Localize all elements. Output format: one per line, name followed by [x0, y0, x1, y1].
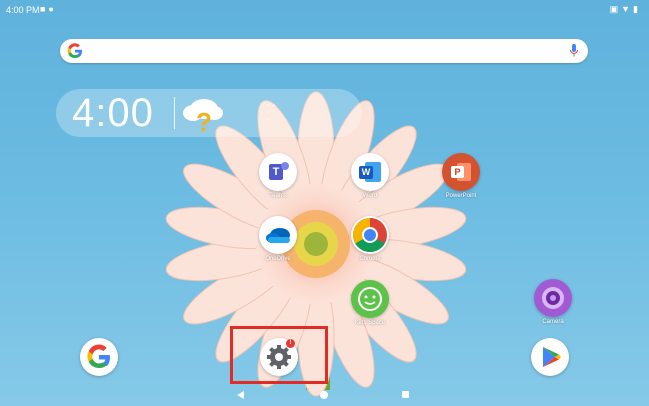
weather-line-2: -: [266, 114, 270, 125]
google-g-icon: [67, 43, 82, 59]
weather-line-1: - -: [266, 100, 276, 111]
weather-info: - - -: [266, 99, 275, 127]
kids-space-icon: [351, 280, 389, 318]
svg-text:?: ?: [196, 107, 212, 135]
app-onedrive[interactable]: OneDrive: [248, 216, 308, 262]
google-app-icon: [80, 338, 118, 376]
app-label: Camera: [542, 319, 564, 325]
app-label: Word: [362, 193, 378, 199]
navigation-bar: [0, 386, 649, 406]
dock-play-store[interactable]: [520, 338, 580, 376]
app-teams[interactable]: T Teams: [248, 153, 308, 199]
word-icon: W: [351, 153, 389, 191]
app-label: Chrome: [359, 256, 381, 262]
notification-icons: ■●: [40, 4, 57, 14]
powerpoint-icon: P: [442, 153, 480, 191]
dock-google[interactable]: [69, 338, 129, 376]
app-chrome[interactable]: Chrome: [340, 216, 400, 262]
clock-time: 4:00: [72, 91, 154, 135]
app-label: PowerPoint: [445, 193, 477, 199]
app-label: Teams: [269, 193, 287, 199]
google-search-bar[interactable]: [60, 39, 588, 63]
status-time: 4:00 PM: [6, 5, 40, 15]
onedrive-icon: [259, 216, 297, 254]
app-label: OneDrive: [265, 256, 291, 262]
home-icon[interactable]: [320, 391, 328, 399]
back-icon[interactable]: [237, 391, 244, 399]
recent-apps-icon[interactable]: [402, 391, 409, 398]
highlight-box: [230, 326, 328, 384]
app-powerpoint[interactable]: P PowerPoint: [431, 153, 491, 199]
app-word[interactable]: W Word: [340, 153, 400, 199]
app-kids-space[interactable]: Kids Space: [340, 280, 400, 326]
app-camera[interactable]: Camera: [523, 279, 583, 325]
weather-unknown-icon: ?: [183, 99, 223, 135]
chrome-icon: [351, 216, 389, 254]
widget-divider: [174, 97, 175, 129]
system-icons: ▣▼▮: [609, 4, 641, 14]
microphone-icon[interactable]: [569, 43, 579, 59]
clock-weather-widget[interactable]: 4:00 ? - - -: [56, 89, 362, 137]
play-store-icon: [531, 338, 569, 376]
teams-icon: T: [259, 153, 297, 191]
camera-icon: [534, 279, 572, 317]
status-bar: 4:00 PM ■● ▣▼▮: [0, 0, 649, 20]
app-label: Kids Space: [354, 320, 386, 326]
